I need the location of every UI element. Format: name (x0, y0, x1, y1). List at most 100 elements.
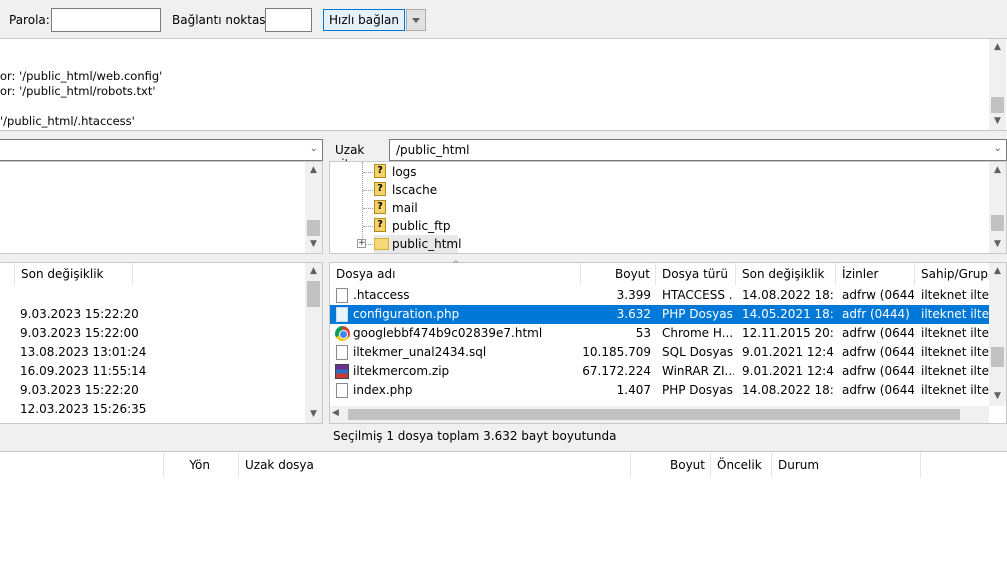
file-owner: ilteknet ilte... (921, 364, 991, 378)
local-file-modified: 9.03.2023 15:22:20 (20, 307, 139, 321)
local-file-modified: 9.03.2023 15:22:20 (20, 383, 139, 397)
column-header-modified[interactable]: Son değişiklik (15, 263, 133, 285)
scroll-thumb[interactable] (991, 215, 1004, 231)
scroll-up-icon[interactable]: ▲ (305, 162, 322, 179)
file-permissions: adfrw (0644) (842, 326, 914, 340)
scroll-up-icon[interactable]: ▲ (989, 39, 1006, 56)
file-size: 3.399 (616, 288, 651, 302)
quickconnect-button[interactable]: Hızlı bağlan (323, 9, 405, 31)
scroll-thumb[interactable] (307, 220, 320, 236)
queue-header-remote-file[interactable]: Uzak dosya (239, 452, 631, 478)
local-list-scrollbar[interactable]: ▲ ▼ (305, 263, 322, 423)
column-header-size[interactable]: Boyut (581, 263, 656, 285)
file-icon (336, 345, 348, 360)
file-type: PHP Dosyası (662, 383, 734, 397)
log-line: '/public_html/.htaccess' (0, 114, 135, 128)
chevron-down-icon[interactable]: ⌄ (310, 143, 318, 154)
local-path-combo[interactable]: ⌄ (0, 139, 323, 161)
scroll-up-icon[interactable]: ▲ (989, 263, 1006, 280)
winrar-icon (335, 364, 349, 379)
local-file-modified: 9.03.2023 15:22:00 (20, 326, 139, 340)
tree-item-label: logs (392, 165, 417, 179)
tree-item-label: public_ftp (392, 219, 451, 233)
tree-guide (362, 162, 363, 244)
scroll-up-icon[interactable]: ▲ (305, 263, 322, 280)
column-header-permissions[interactable]: İzinler (836, 263, 915, 285)
file-size: 53 (635, 326, 651, 340)
file-permissions: adfr (0444) (842, 307, 910, 321)
file-owner: ilteknet ilte... (921, 383, 991, 397)
file-row[interactable]: index.php 1.407 PHP Dosyası 14.08.2022 1… (330, 381, 991, 400)
local-file-list: Son değişiklik 9.03.2023 15:22:20 9.03.2… (0, 262, 323, 424)
local-tree: ▲ ▼ (0, 161, 323, 254)
file-type: WinRAR ZI... (662, 364, 734, 378)
file-icon (336, 288, 348, 303)
scroll-left-icon[interactable]: ◀ (332, 408, 339, 418)
file-row[interactable]: iltekmer_unal2434.sql 10.185.709 SQL Dos… (330, 343, 991, 362)
remote-tree: ? logs ? lscache ? mail ? public_ftp + p… (329, 161, 1007, 254)
file-owner: ilteknet ilte... (921, 288, 991, 302)
file-row[interactable]: googlebbf474b9c02839e7.html 53 Chrome H.… (330, 324, 991, 343)
expand-icon[interactable]: + (357, 239, 366, 248)
file-name: iltekmer_unal2434.sql (353, 345, 487, 359)
local-file-modified: 16.09.2023 11:55:14 (20, 364, 147, 378)
file-owner: ilteknet ilte... (921, 307, 991, 321)
remote-list-vscrollbar[interactable]: ▲ ▼ (989, 263, 1006, 406)
password-input[interactable] (51, 8, 161, 32)
quickconnect-bar: Parola: Bağlantı noktası: Hızlı bağlan (0, 0, 1007, 38)
port-input[interactable] (265, 8, 312, 32)
tree-item-label: lscache (392, 183, 438, 197)
splitter[interactable] (0, 254, 1007, 262)
remote-list-hscrollbar[interactable]: ◀ (330, 406, 989, 423)
column-header-modified[interactable]: Son değişiklik (736, 263, 836, 285)
queue-header-server (0, 452, 164, 478)
remote-path-combo[interactable]: /public_html ⌄ (389, 139, 1007, 161)
scroll-down-icon[interactable]: ▼ (305, 236, 322, 253)
tree-item-label: public_html (392, 237, 462, 251)
quickconnect-history-dropdown[interactable] (406, 9, 426, 31)
file-modified: 14.08.2022 18:2... (742, 383, 834, 397)
file-size: 3.632 (616, 307, 651, 321)
remote-file-list: Dosya adı ^ Boyut Dosya türü Son değişik… (329, 260, 1007, 424)
scroll-down-icon[interactable]: ▼ (305, 406, 322, 423)
log-scrollbar[interactable]: ▲ ▼ (989, 39, 1006, 130)
message-log: or: '/public_html/web.config' or: '/publ… (0, 38, 1007, 131)
scroll-down-icon[interactable]: ▼ (989, 113, 1006, 130)
file-row[interactable]: .htaccess 3.399 HTACCESS ... 14.08.2022 … (330, 286, 991, 305)
queue-header-size[interactable]: Boyut (631, 452, 711, 478)
scroll-down-icon[interactable]: ▼ (989, 388, 1006, 405)
file-row[interactable]: iltekmercom.zip 67.172.224 WinRAR ZI... … (330, 362, 991, 381)
chevron-down-icon[interactable]: ⌄ (994, 143, 1002, 154)
file-type: SQL Dosyası (662, 345, 734, 359)
local-file-modified: 12.03.2023 15:26:35 (20, 402, 147, 416)
tree-item-public-html[interactable]: public_html (374, 235, 462, 253)
file-name: googlebbf474b9c02839e7.html (353, 326, 543, 340)
scroll-down-icon[interactable]: ▼ (989, 236, 1006, 253)
local-status-bar (0, 424, 323, 448)
column-header-type[interactable]: Dosya türü (656, 263, 736, 285)
queue-header-direction[interactable]: Yön (164, 452, 239, 478)
file-modified: 9.01.2021 12:47... (742, 364, 834, 378)
file-modified: 14.08.2022 18:2... (742, 288, 834, 302)
scroll-thumb[interactable] (307, 281, 320, 307)
file-modified: 12.11.2015 20:4... (742, 326, 834, 340)
file-permissions: adfrw (0644) (842, 345, 914, 359)
file-row-selected[interactable]: configuration.php 3.632 PHP Dosyası 14.0… (330, 305, 991, 324)
file-permissions: adfrw (0644) (842, 383, 914, 397)
file-owner: ilteknet ilte... (921, 326, 991, 340)
remote-tree-scrollbar[interactable]: ▲ ▼ (989, 162, 1006, 253)
chrome-icon (335, 326, 350, 341)
splitter[interactable] (0, 131, 1007, 139)
queue-header-priority[interactable]: Öncelik (711, 452, 772, 478)
local-tree-scrollbar[interactable]: ▲ ▼ (305, 162, 322, 253)
file-modified: 14.05.2021 18:2... (742, 307, 834, 321)
scroll-thumb[interactable] (991, 347, 1004, 367)
file-size: 1.407 (616, 383, 651, 397)
scroll-thumb[interactable] (348, 409, 960, 420)
queue-header-status[interactable]: Durum (772, 452, 921, 478)
column-header-owner[interactable]: Sahip/Grup (915, 263, 991, 285)
password-label: Parola: (9, 13, 50, 27)
scroll-up-icon[interactable]: ▲ (989, 162, 1006, 179)
question-folder-icon: ? (374, 164, 386, 178)
scroll-thumb[interactable] (991, 97, 1004, 113)
